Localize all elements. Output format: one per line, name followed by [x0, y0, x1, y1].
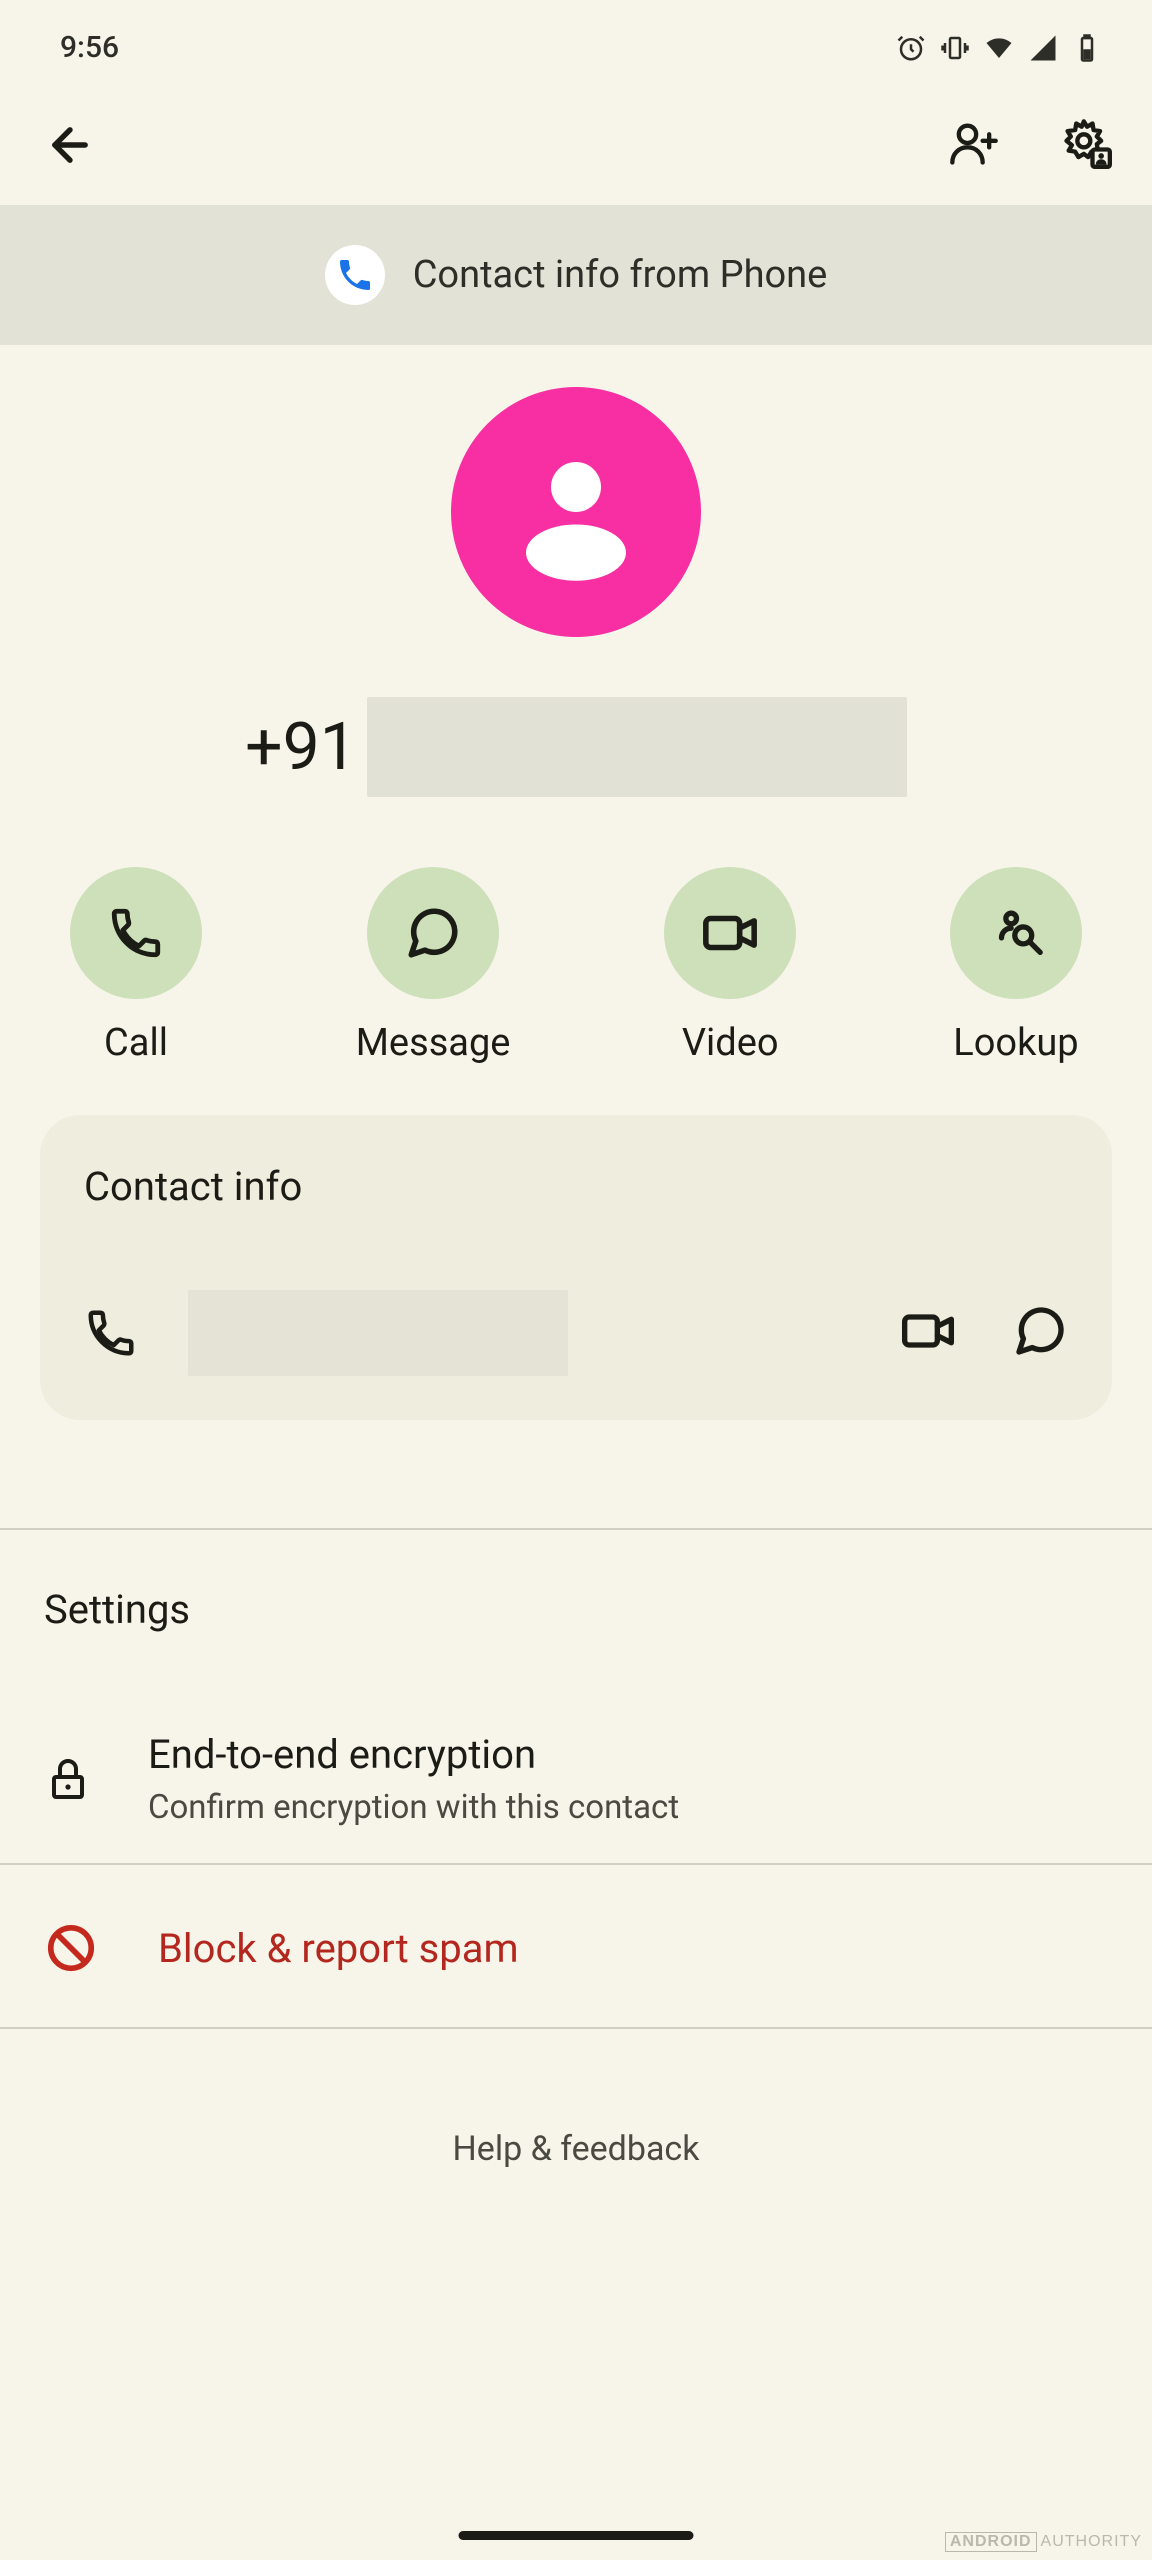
wifi-icon: [984, 33, 1014, 63]
avatar-section: [0, 345, 1152, 637]
person-add-icon: [948, 117, 1000, 169]
phone-redacted: [367, 697, 907, 797]
encryption-subtitle: Confirm encryption with this contact: [148, 1788, 679, 1827]
battery-icon: [1072, 33, 1102, 63]
contact-number-redacted: [188, 1290, 568, 1376]
contact-info-row[interactable]: [84, 1290, 1068, 1376]
add-contact-button[interactable]: [948, 117, 1000, 173]
action-row: Call Message Video Lookup: [0, 797, 1152, 1065]
app-bar: [0, 85, 1152, 205]
phone-badge: [325, 245, 385, 305]
contact-info-card: Contact info: [40, 1115, 1112, 1420]
video-action[interactable]: Video: [664, 867, 796, 1065]
arrow-back-icon: [44, 119, 96, 171]
block-label: Block & report spam: [158, 1925, 519, 1972]
nav-handle[interactable]: [459, 2531, 694, 2540]
video-call-button[interactable]: [900, 1303, 956, 1363]
status-time: 9:56: [60, 30, 119, 65]
settings-title: Settings: [44, 1586, 1108, 1633]
alarm-icon: [896, 33, 926, 63]
message-label: Message: [356, 1021, 511, 1065]
gear-contact-icon: [1060, 117, 1112, 169]
help-feedback-link[interactable]: Help & feedback: [0, 2129, 1152, 2169]
person-icon: [501, 437, 651, 587]
block-icon: [44, 1921, 98, 1975]
settings-section: Settings End-to-end encryption Confirm e…: [0, 1530, 1152, 1863]
phone-prefix: +91: [245, 709, 357, 786]
block-report-row[interactable]: Block & report spam: [0, 1865, 1152, 2027]
back-button[interactable]: [40, 115, 100, 175]
encryption-row[interactable]: End-to-end encryption Confirm encryption…: [44, 1713, 1108, 1863]
message-action[interactable]: Message: [356, 867, 511, 1065]
call-label: Call: [104, 1021, 168, 1065]
encryption-title: End-to-end encryption: [148, 1731, 679, 1778]
video-icon: [701, 904, 759, 962]
lookup-icon: [987, 904, 1045, 962]
lookup-action[interactable]: Lookup: [950, 867, 1082, 1065]
source-banner: Contact info from Phone: [0, 205, 1152, 345]
banner-text: Contact info from Phone: [413, 253, 828, 297]
phone-icon: [84, 1306, 138, 1360]
phone-icon: [335, 255, 375, 295]
signal-icon: [1028, 33, 1058, 63]
contact-info-title: Contact info: [84, 1163, 1068, 1210]
status-bar: 9:56: [0, 0, 1152, 85]
lock-icon: [44, 1755, 92, 1803]
contact-number: +91: [0, 697, 1152, 797]
message-icon: [1012, 1303, 1068, 1359]
message-icon: [404, 904, 462, 962]
call-action[interactable]: Call: [70, 867, 202, 1065]
video-icon: [900, 1303, 956, 1359]
status-icons: [896, 33, 1102, 63]
divider: [0, 2027, 1152, 2029]
lookup-label: Lookup: [953, 1021, 1078, 1065]
call-icon: [107, 904, 165, 962]
message-button[interactable]: [1012, 1303, 1068, 1363]
video-label: Video: [682, 1021, 779, 1065]
vibrate-icon: [940, 33, 970, 63]
avatar: [451, 387, 701, 637]
watermark: ANDROID AUTHORITY: [945, 2532, 1142, 2552]
contact-settings-button[interactable]: [1060, 117, 1112, 173]
